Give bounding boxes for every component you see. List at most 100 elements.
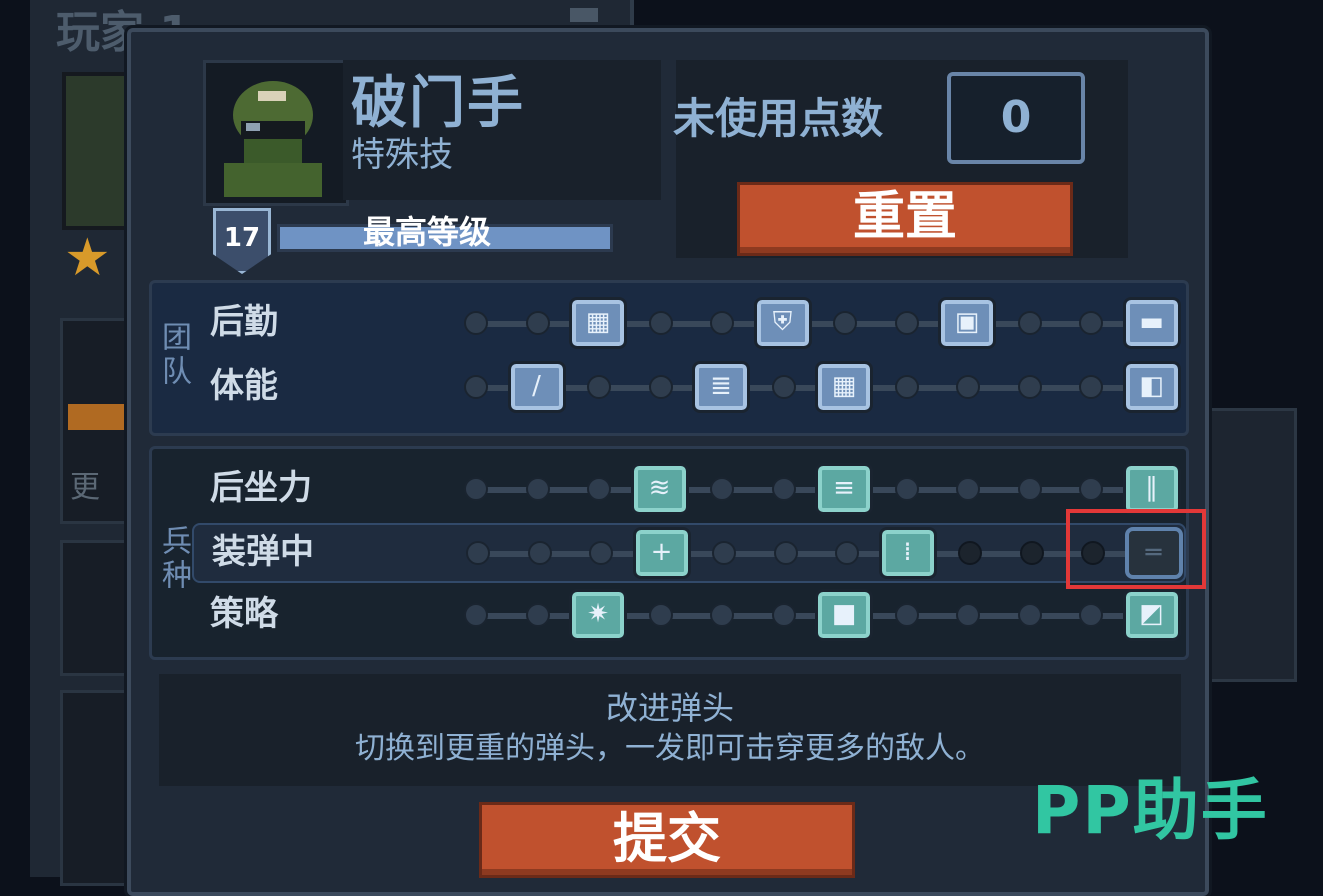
perk-glyph: ▦	[585, 307, 611, 337]
skill-node[interactable]	[464, 603, 488, 627]
skill-row-logistics: 后勤 ▦ ⛨ ▣ ▬	[192, 295, 1182, 351]
skill-node[interactable]	[771, 477, 796, 501]
sneak-icon[interactable]: ◧	[1122, 361, 1181, 413]
specialist-section-label: 兵种	[156, 525, 191, 593]
skill-node[interactable]	[1079, 477, 1103, 501]
team-section: 团队 后勤 ▦ ⛨ ▣ ▬ 体能 / ≣ ▦ ◧	[149, 280, 1189, 436]
grip-icon[interactable]: ≋	[630, 463, 689, 515]
shield-tactic-icon[interactable]: ◩	[1122, 589, 1181, 641]
extra-shell-icon[interactable]: +	[632, 527, 691, 579]
barrel-icon[interactable]: ∥	[1122, 463, 1181, 515]
perk-glyph: ◩	[1139, 599, 1164, 629]
skill-node[interactable]	[464, 375, 488, 399]
skill-node[interactable]	[710, 477, 734, 501]
stabilizer-icon[interactable]: ≡	[815, 463, 873, 515]
specialist-section: 兵种 后坐力 ≋ ≡ ∥ 装弹中 + ⁞ ═ 策略 ✷ ■ ◩	[149, 446, 1189, 660]
class-subtitle: 特殊技	[351, 135, 453, 175]
submit-button[interactable]: 提交	[479, 802, 855, 878]
skill-row-recoil: 后坐力 ≋ ≡ ∥	[192, 461, 1182, 517]
perk-title: 改进弹头	[605, 689, 734, 727]
class-name: 破门手	[351, 71, 525, 136]
perk-description: 切换到更重的弹头，一发即可击穿更多的敌人。	[355, 731, 985, 766]
perk-glyph: ⁞	[903, 537, 912, 567]
skill-node[interactable]	[464, 311, 488, 335]
perk-glyph: ∥	[1145, 473, 1158, 503]
skill-node[interactable]	[589, 541, 613, 565]
level-status: 最高等级	[363, 213, 492, 251]
explosive-icon[interactable]: ✷	[569, 589, 627, 641]
soldier-portrait-icon	[206, 63, 340, 197]
perk-glyph: ✷	[587, 599, 609, 629]
skill-node[interactable]	[958, 541, 982, 565]
skill-node[interactable]	[894, 603, 919, 627]
skill-node[interactable]	[1017, 603, 1042, 627]
ammo-crate-icon[interactable]: ▦	[569, 297, 627, 349]
perk-glyph: ▦	[831, 371, 857, 401]
skill-node[interactable]	[1079, 603, 1103, 627]
perk-glyph: ≣	[710, 371, 732, 401]
speed-loader-icon[interactable]: ⁞	[878, 527, 937, 579]
perk-glyph: +	[650, 537, 673, 567]
perk-glyph: /	[532, 371, 541, 401]
background-text: 更	[70, 470, 100, 505]
skill-node[interactable]	[1079, 311, 1103, 335]
skill-node[interactable]	[648, 603, 673, 627]
perk-glyph: ⛨	[772, 307, 793, 337]
class-portrait	[203, 60, 349, 206]
medkit-shield-icon[interactable]: ⛨	[753, 297, 812, 349]
reset-button[interactable]: 重置	[737, 182, 1073, 256]
skill-row-label: 装弹中	[212, 532, 314, 572]
skill-node[interactable]	[712, 541, 736, 565]
skill-node[interactable]	[956, 603, 980, 627]
perk-glyph: ▬	[1139, 307, 1164, 337]
skill-row-tactics: 策略 ✷ ■ ◩	[192, 587, 1182, 643]
armor-lock-icon[interactable]: ■	[815, 589, 873, 641]
skill-node[interactable]	[956, 375, 980, 399]
skill-dialog: 破门手 特殊技 17 最高等级 未使用点数 0 重置 团队 后勤 ▦ ⛨ ▣ ▬ 体能…	[127, 28, 1209, 896]
skill-node[interactable]	[525, 477, 550, 501]
skill-node[interactable]	[525, 311, 550, 335]
skill-node[interactable]	[894, 477, 919, 501]
skill-node[interactable]	[648, 375, 673, 399]
supply-pack-icon[interactable]: ▬	[1122, 297, 1181, 349]
skill-row-label: 策略	[210, 594, 278, 634]
skill-node[interactable]	[956, 477, 980, 501]
skill-node[interactable]	[771, 603, 796, 627]
knife-icon[interactable]: /	[507, 361, 566, 413]
sprint-icon[interactable]: ≣	[692, 361, 750, 413]
skill-node[interactable]	[466, 541, 490, 565]
skill-node[interactable]	[587, 477, 611, 501]
skill-row-label: 后坐力	[210, 468, 312, 508]
skill-node[interactable]	[1017, 477, 1042, 501]
level-badge: 17	[213, 208, 271, 274]
skill-row-label: 后勤	[210, 302, 278, 342]
skill-node[interactable]	[648, 311, 673, 335]
watermark-logo: PP助手	[1032, 772, 1269, 849]
unused-points-label: 未使用点数	[673, 94, 884, 143]
skill-node[interactable]	[710, 603, 734, 627]
skill-node[interactable]	[1017, 375, 1042, 399]
perk-description-panel: 改进弹头 切换到更重的弹头，一发即可击穿更多的敌人。	[159, 674, 1181, 786]
skill-node[interactable]	[894, 375, 919, 399]
skill-node[interactable]	[773, 541, 798, 565]
perk-glyph: ■	[831, 599, 857, 629]
skill-node[interactable]	[1079, 375, 1103, 399]
skill-node[interactable]	[835, 541, 859, 565]
skill-node[interactable]	[527, 541, 552, 565]
skill-node[interactable]	[587, 375, 611, 399]
perk-glyph: ▣	[954, 307, 980, 337]
skill-node[interactable]	[771, 375, 796, 399]
skill-row-fitness: 体能 / ≣ ▦ ◧	[192, 359, 1182, 415]
skill-node[interactable]	[710, 311, 734, 335]
skill-node[interactable]	[1017, 311, 1042, 335]
armor-plates-icon[interactable]: ▦	[815, 361, 873, 413]
skill-node[interactable]	[525, 603, 550, 627]
team-section-label: 团队	[156, 321, 191, 389]
skill-node[interactable]	[1019, 541, 1044, 565]
selected-perk-outline	[1066, 509, 1206, 589]
skill-node[interactable]	[464, 477, 488, 501]
skill-node[interactable]	[894, 311, 919, 335]
star-icon: ★	[64, 228, 111, 288]
skill-node[interactable]	[833, 311, 857, 335]
battery-icon[interactable]: ▣	[938, 297, 996, 349]
